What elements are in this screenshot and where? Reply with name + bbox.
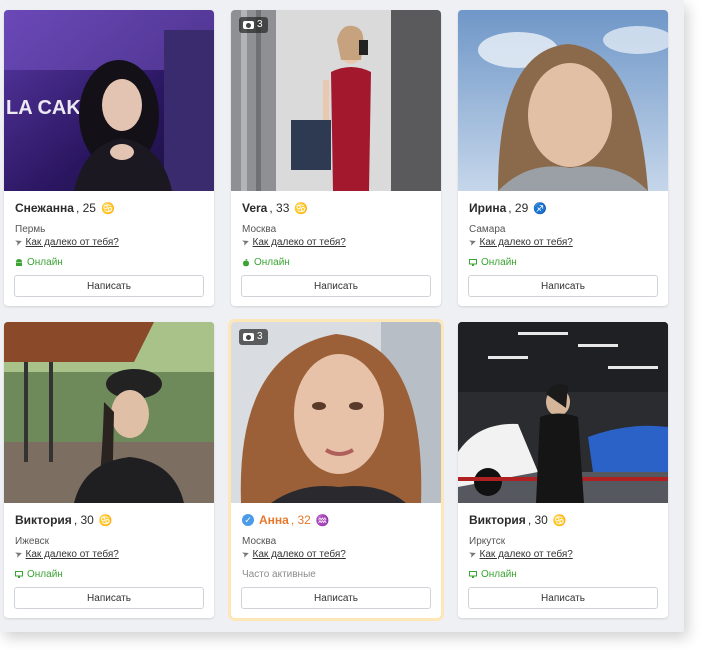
profile-photo[interactable]: 3 [231, 10, 441, 191]
profile-age: , 29 [508, 201, 529, 215]
profile-age: , 33 [269, 201, 290, 215]
distance-link[interactable]: Как далеко от тебя? [26, 237, 119, 248]
camera-icon [243, 333, 254, 341]
profile-card-featured[interactable]: 3 ✓ Анна , 32 ♒ Москва ➤ Как далеко от т… [231, 322, 441, 618]
profile-age: , 30 [73, 513, 94, 527]
profile-age: , 32 [290, 513, 311, 527]
profiles-grid: LA CAKE Снежанна , 25 ♋ Пермь ➤ Как дале… [0, 0, 684, 632]
profile-name[interactable]: Виктория [15, 513, 72, 527]
profile-card[interactable]: Виктория , 30 ♋ Иркутск ➤ Как далеко от … [458, 322, 668, 618]
zodiac-icon: ♋ [552, 514, 567, 527]
profile-card[interactable]: LA CAKE Снежанна , 25 ♋ Пермь ➤ Как дале… [4, 10, 214, 306]
profile-card[interactable]: 3 Vera , 33 ♋ Москва ➤ Как далеко от теб… [231, 10, 441, 306]
location-arrow-icon: ➤ [240, 548, 251, 561]
location-arrow-icon: ➤ [240, 236, 251, 249]
location-arrow-icon: ➤ [467, 236, 478, 249]
profile-city: Москва [242, 536, 277, 547]
write-message-button[interactable]: Написать [14, 587, 204, 609]
online-status: Онлайн [27, 569, 63, 580]
android-icon [15, 259, 23, 266]
location-arrow-icon: ➤ [467, 548, 478, 561]
profile-city: Ижевск [15, 536, 50, 547]
profile-city: Самара [469, 224, 506, 235]
profile-photo[interactable]: 3 [231, 322, 441, 503]
distance-link[interactable]: Как далеко от тебя? [480, 237, 573, 248]
profile-age: , 30 [527, 513, 548, 527]
profile-photo[interactable]: LA CAKE [4, 10, 214, 191]
profile-name[interactable]: Виктория [469, 513, 526, 527]
profile-age: , 25 [75, 201, 96, 215]
write-message-button[interactable]: Написать [241, 587, 431, 609]
profile-photo[interactable] [4, 322, 214, 503]
online-status: Онлайн [27, 257, 63, 268]
location-arrow-icon: ➤ [13, 236, 24, 249]
zodiac-icon: ♐ [533, 202, 547, 215]
desktop-icon [469, 259, 477, 266]
photo-count-badge: 3 [239, 329, 268, 345]
profile-name[interactable]: Vera [242, 201, 267, 215]
profile-photo[interactable] [458, 10, 668, 191]
profile-card[interactable]: Виктория , 30 ♋ Ижевск ➤ Как далеко от т… [4, 322, 214, 618]
zodiac-icon: ♋ [98, 514, 113, 527]
zodiac-icon: ♋ [100, 202, 115, 215]
online-status: Онлайн [254, 257, 290, 268]
write-message-button[interactable]: Написать [14, 275, 204, 297]
online-status: Онлайн [481, 257, 517, 268]
distance-link[interactable]: Как далеко от тебя? [253, 237, 346, 248]
write-message-button[interactable]: Написать [468, 275, 658, 297]
write-message-button[interactable]: Написать [241, 275, 431, 297]
activity-status: Часто активные [242, 569, 316, 580]
profile-city: Пермь [15, 224, 46, 235]
camera-icon [243, 21, 254, 29]
location-arrow-icon: ➤ [13, 548, 24, 561]
profile-name[interactable]: Анна [259, 513, 289, 527]
write-message-button[interactable]: Написать [468, 587, 658, 609]
photo-count-badge: 3 [239, 17, 268, 33]
profile-city: Москва [242, 224, 277, 235]
zodiac-icon: ♋ [294, 202, 309, 215]
apple-icon [242, 259, 250, 267]
zodiac-icon: ♒ [315, 514, 330, 527]
online-status: Онлайн [481, 569, 517, 580]
profile-photo[interactable] [458, 322, 668, 503]
distance-link[interactable]: Как далеко от тебя? [26, 549, 119, 560]
profile-name[interactable]: Ирина [469, 201, 506, 215]
distance-link[interactable]: Как далеко от тебя? [480, 549, 573, 560]
profile-card[interactable]: Ирина , 29 ♐ Самара ➤ Как далеко от тебя… [458, 10, 668, 306]
desktop-icon [15, 571, 23, 578]
desktop-icon [469, 571, 477, 578]
verified-icon: ✓ [242, 514, 254, 526]
distance-link[interactable]: Как далеко от тебя? [253, 549, 346, 560]
profile-name[interactable]: Снежанна [15, 201, 74, 215]
profile-city: Иркутск [469, 536, 506, 547]
